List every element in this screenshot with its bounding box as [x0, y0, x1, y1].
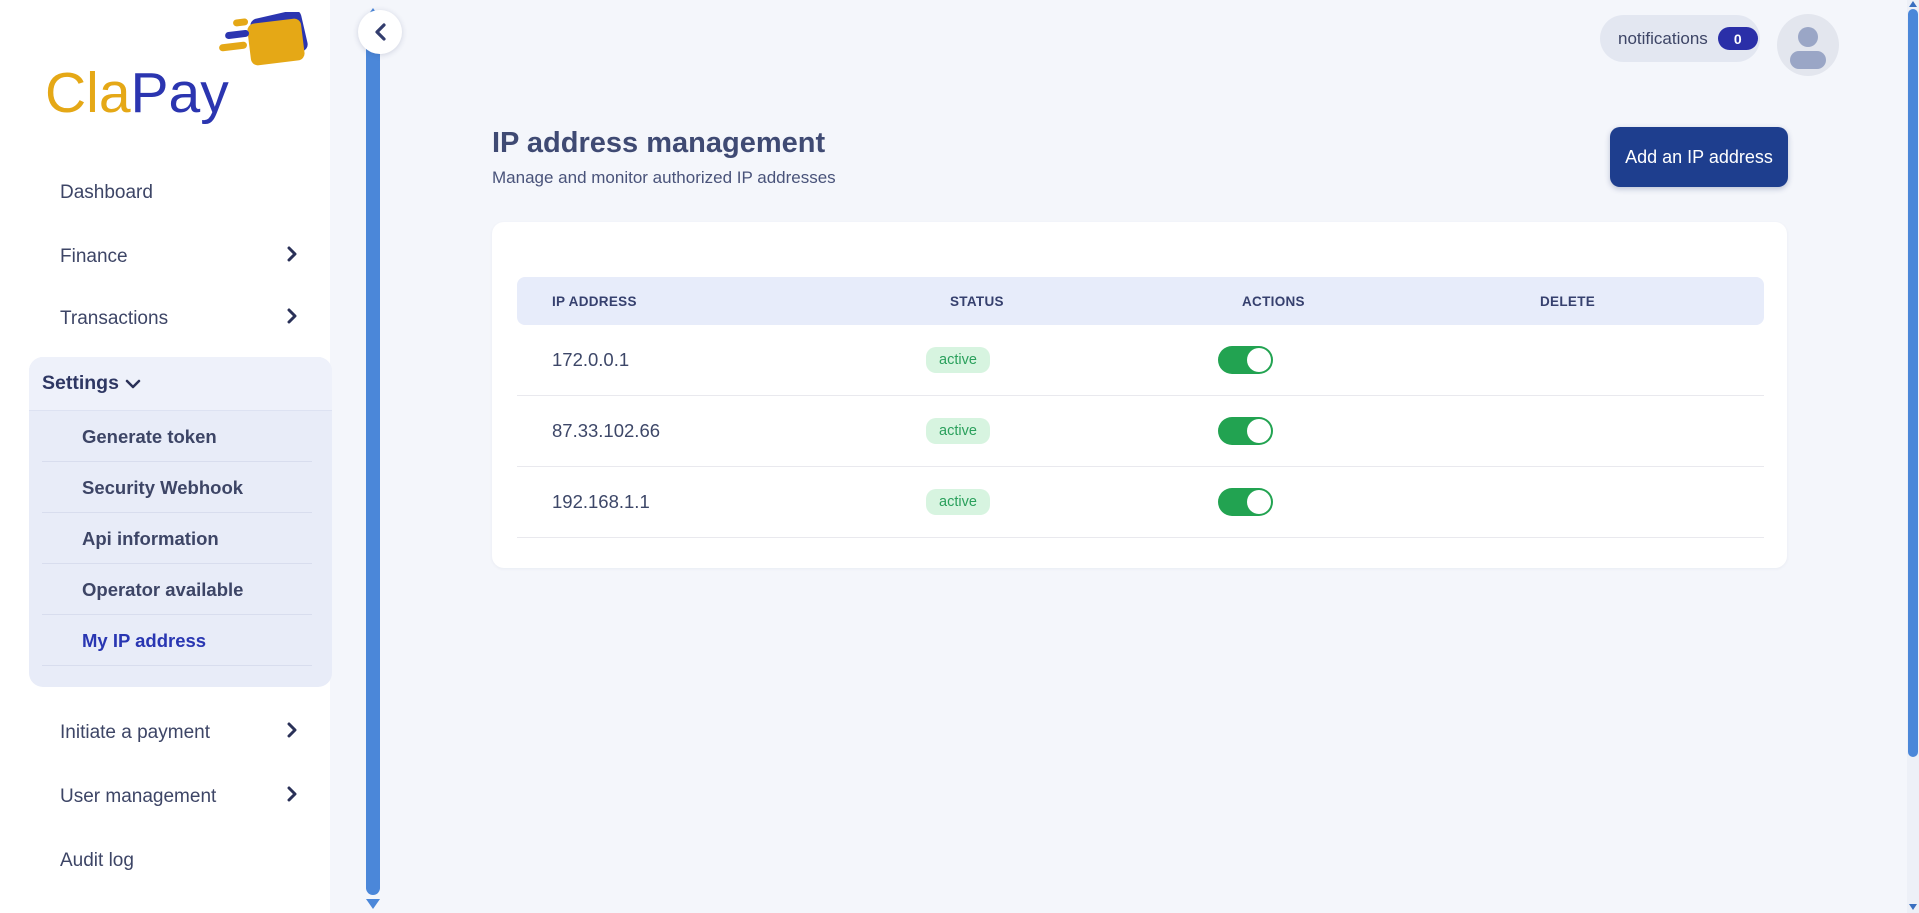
sidebar-item-label: Initiate a payment [60, 722, 210, 744]
sidebar-item-label: Dashboard [60, 182, 153, 204]
sidebar-item-label: User management [60, 786, 216, 808]
chevron-left-icon [373, 23, 387, 41]
sidebar: ClaPay Dashboard Finance Transactions Se… [0, 0, 330, 913]
scrollbar-down-arrow[interactable] [366, 899, 380, 909]
back-button[interactable] [358, 10, 402, 54]
column-header-actions: ACTIONS [1207, 294, 1505, 309]
chevron-down-icon [125, 378, 141, 390]
status-cell: active [915, 418, 1207, 444]
ip-enabled-toggle[interactable] [1218, 488, 1273, 516]
notifications-label: notifications [1618, 29, 1708, 49]
actions-cell [1207, 346, 1505, 374]
sidebar-item-my-ip-address[interactable]: My IP address [42, 615, 312, 666]
column-header-ip-address: IP ADDRESS [517, 294, 915, 309]
status-badge: active [926, 418, 990, 444]
chevron-right-icon [286, 308, 298, 330]
page-subtitle: Manage and monitor authorized IP address… [492, 168, 836, 188]
ip-table-card: IP ADDRESS STATUS ACTIONS DELETE 172.0.0… [492, 222, 1787, 568]
brand-name-gold: Cla [45, 61, 131, 125]
notifications-button[interactable]: notifications 0 [1600, 15, 1760, 62]
ip-address-cell: 172.0.0.1 [517, 349, 915, 371]
ip-address-cell: 192.168.1.1 [517, 491, 915, 513]
table-row: 87.33.102.66 active [517, 396, 1764, 467]
sidebar-settings-group: Settings Generate token Security Webhook… [29, 357, 332, 687]
ip-enabled-toggle[interactable] [1218, 417, 1273, 445]
page-scrollbar-thumb[interactable] [1908, 9, 1918, 757]
sidebar-item-label: Finance [60, 246, 128, 268]
column-header-status: STATUS [915, 294, 1207, 309]
actions-cell [1207, 417, 1505, 445]
sidebar-item-label: Audit log [60, 850, 134, 872]
page-scrollbar-down-arrow[interactable] [1909, 904, 1917, 910]
sidebar-item-settings[interactable]: Settings [29, 357, 332, 411]
ip-address-cell: 87.33.102.66 [517, 420, 915, 442]
status-cell: active [915, 489, 1207, 515]
brand-name-blue: Pay [131, 61, 229, 125]
table-row: 192.168.1.1 active [517, 467, 1764, 538]
chevron-right-icon [286, 246, 298, 268]
actions-cell [1207, 488, 1505, 516]
table-row: 172.0.0.1 active [517, 325, 1764, 396]
table-body: 172.0.0.1 active 87.33.102.66 active 192… [517, 325, 1764, 538]
table-header-row: IP ADDRESS STATUS ACTIONS DELETE [517, 277, 1764, 325]
brand-logo: ClaPay [45, 12, 305, 137]
notifications-count-badge: 0 [1718, 27, 1758, 50]
sidebar-item-api-information[interactable]: Api information [42, 513, 312, 564]
sidebar-item-transactions[interactable]: Transactions [60, 302, 310, 336]
sidebar-item-generate-token[interactable]: Generate token [42, 411, 312, 462]
status-badge: active [926, 489, 990, 515]
add-ip-address-button[interactable]: Add an IP address [1610, 127, 1788, 187]
brand-name: ClaPay [45, 60, 229, 126]
scrollbar-thumb[interactable] [366, 23, 380, 895]
person-icon [1777, 14, 1839, 76]
sidebar-item-security-webhook[interactable]: Security Webhook [42, 462, 312, 513]
sidebar-item-label: Transactions [60, 308, 168, 330]
chevron-right-icon [286, 786, 298, 808]
status-cell: active [915, 347, 1207, 373]
sidebar-item-dashboard[interactable]: Dashboard [60, 176, 310, 210]
ip-enabled-toggle[interactable] [1218, 346, 1273, 374]
toggle-knob [1247, 348, 1271, 372]
sidebar-item-operator-available[interactable]: Operator available [42, 564, 312, 615]
toggle-knob [1247, 490, 1271, 514]
sidebar-item-user-management[interactable]: User management [60, 780, 310, 814]
user-avatar[interactable] [1777, 14, 1839, 76]
column-header-delete: DELETE [1505, 294, 1764, 309]
sidebar-item-initiate-a-payment[interactable]: Initiate a payment [60, 716, 310, 750]
sidebar-item-label: Settings [42, 372, 119, 395]
sidebar-item-audit-log[interactable]: Audit log [60, 844, 310, 878]
status-badge: active [926, 347, 990, 373]
sidebar-item-finance[interactable]: Finance [60, 240, 310, 274]
toggle-knob [1247, 419, 1271, 443]
page-scrollbar-up-arrow[interactable] [1909, 1, 1917, 7]
chevron-right-icon [286, 722, 298, 744]
page-title: IP address management [492, 127, 825, 160]
